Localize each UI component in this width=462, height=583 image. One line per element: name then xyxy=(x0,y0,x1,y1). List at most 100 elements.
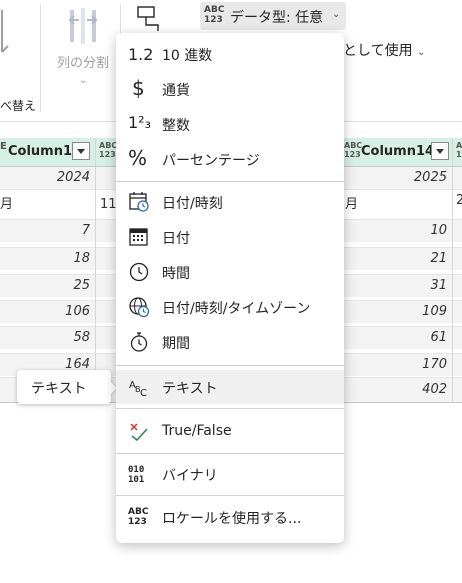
use-first-row-label: -として使用 xyxy=(338,43,413,59)
true-false-icon xyxy=(130,423,148,442)
table-cell: 2024 xyxy=(56,170,90,185)
table-cell: 2025 xyxy=(413,170,447,185)
type-123-text: 123 xyxy=(99,150,116,159)
menu-item-true-false[interactable]: True/False xyxy=(116,415,344,449)
type-abc-text: ABC xyxy=(99,141,118,150)
column-divider xyxy=(95,138,96,166)
binary-icon: 010 101 xyxy=(128,465,144,485)
decimal-icon: 1.2 xyxy=(128,45,154,64)
group-by-icon[interactable] xyxy=(136,6,162,34)
locale-icon: ABC 123 xyxy=(128,507,148,527)
menu-item-text[interactable]: A B C テキスト xyxy=(116,370,344,404)
table-cell: 25 xyxy=(73,278,90,293)
date-icon xyxy=(129,228,148,246)
menu-item-label: 整数 xyxy=(162,118,190,134)
menu-item-percentage[interactable]: % パーセンテージ xyxy=(116,142,344,176)
menu-item-label: テキスト xyxy=(162,381,218,397)
data-type-label: データ型: 任意 xyxy=(230,10,324,26)
table-cell: 18 xyxy=(73,251,90,266)
sort-button-label-fragment[interactable]: べ替え xyxy=(0,97,36,114)
menu-separator xyxy=(116,181,344,182)
split-column-button[interactable]: 列の分割 ⌄ xyxy=(48,6,118,88)
type-123-text: 123 xyxy=(204,15,223,25)
table-cell: 58 xyxy=(73,330,90,345)
column-type-icon[interactable]: A 1 xyxy=(456,141,462,159)
datetime-icon xyxy=(129,192,149,212)
column-name: Column11 xyxy=(8,144,82,159)
column-header-column11[interactable]: Column11 xyxy=(0,138,94,166)
menu-item-decimal[interactable]: 1.2 10 進数 xyxy=(116,37,344,71)
data-type-menu: 1.2 10 進数 $ 通貨 1²₃ 整数 % パーセンテージ 日付/時刻 日付… xyxy=(116,33,344,543)
menu-item-label: ロケールを使用する... xyxy=(162,511,302,527)
sort-icon xyxy=(1,10,9,53)
menu-item-binary[interactable]: 010 101 バイナリ xyxy=(116,457,344,491)
menu-item-label: パーセンテージ xyxy=(162,153,260,169)
table-cell: 109 xyxy=(422,304,447,319)
split-column-label: 列の分割 xyxy=(56,56,109,71)
time-icon xyxy=(129,262,149,282)
table-cell: 170 xyxy=(422,357,447,372)
binary-icon-top: 010 xyxy=(128,465,145,475)
menu-item-label: 日付/時刻 xyxy=(162,196,223,212)
menu-separator xyxy=(116,365,344,366)
type-123-text: 1 xyxy=(456,150,462,159)
menu-item-label: 通貨 xyxy=(162,83,190,99)
column-divider xyxy=(452,138,453,166)
use-first-row-as-headers-button[interactable]: -として使用 ⌄ xyxy=(338,40,425,60)
chevron-down-icon: ⌄ xyxy=(417,47,426,58)
column-divider xyxy=(452,167,453,403)
split-column-icon xyxy=(68,8,98,44)
table-cell: 31 xyxy=(430,278,447,293)
table-cell: 402 xyxy=(422,382,447,397)
menu-item-date[interactable]: 日付 xyxy=(116,220,344,254)
column-filter-button[interactable] xyxy=(431,142,449,160)
column-filter-button[interactable] xyxy=(72,142,90,160)
table-cell: 7 xyxy=(81,223,90,238)
table-cell: 月 xyxy=(0,197,14,212)
menu-item-label: 10 進数 xyxy=(162,48,213,64)
currency-icon: $ xyxy=(132,76,145,100)
whole-number-icon: 1²₃ xyxy=(128,113,152,132)
menu-item-using-locale[interactable]: ABC 123 ロケールを使用する... xyxy=(116,500,344,534)
binary-icon-bottom: 101 xyxy=(128,475,145,485)
menu-separator xyxy=(116,453,344,454)
type-abc-text: ABC xyxy=(204,5,225,15)
column-header-column14[interactable]: Column14 xyxy=(344,138,456,166)
tooltip-text: テキスト xyxy=(31,381,87,397)
menu-item-currency[interactable]: $ 通貨 xyxy=(116,72,344,106)
menu-item-label: 日付/時刻/タイムゾーン xyxy=(162,301,311,317)
menu-separator xyxy=(116,495,344,496)
any-type-icon: ABC 123 xyxy=(204,5,224,25)
table-cell: 2 xyxy=(456,193,462,208)
menu-item-label: バイナリ xyxy=(162,468,218,484)
tooltip: テキスト xyxy=(17,370,111,404)
locale-icon-top: ABC xyxy=(128,507,149,517)
menu-item-duration[interactable]: 期間 xyxy=(116,325,344,359)
menu-item-datetime[interactable]: 日付/時刻 xyxy=(116,185,344,219)
table-cell: 106 xyxy=(65,304,90,319)
menu-item-time[interactable]: 時間 xyxy=(116,255,344,289)
locale-icon-bottom: 123 xyxy=(128,517,147,527)
column-name: Column14 xyxy=(361,144,435,159)
menu-item-datetimezone[interactable]: 日付/時刻/タイムゾーン xyxy=(116,290,344,324)
menu-item-label: 時間 xyxy=(162,266,190,282)
chevron-down-icon: ⌄ xyxy=(332,9,341,20)
column-type-icon[interactable]: ABC 123 xyxy=(99,141,117,159)
menu-item-whole-number[interactable]: 1²₃ 整数 xyxy=(116,107,344,141)
chevron-down-icon: ⌄ xyxy=(78,75,88,86)
svg-text:C: C xyxy=(140,388,147,398)
datetimezone-icon xyxy=(129,297,150,318)
menu-item-label: 日付 xyxy=(162,231,190,247)
type-abc-text: A xyxy=(456,141,462,150)
table-cell: 61 xyxy=(430,330,447,345)
menu-item-label: True/False xyxy=(162,423,232,439)
duration-icon xyxy=(130,332,148,352)
ribbon-separator xyxy=(40,4,41,112)
data-type-dropdown[interactable]: ABC 123 データ型: 任意 ⌄ xyxy=(200,2,346,30)
table-cell: 21 xyxy=(430,251,447,266)
column-divider xyxy=(95,167,96,403)
table-cell: 10 xyxy=(430,223,447,238)
menu-separator xyxy=(116,408,344,409)
table-cell: 月 xyxy=(345,197,359,212)
menu-item-label: 期間 xyxy=(162,336,190,352)
